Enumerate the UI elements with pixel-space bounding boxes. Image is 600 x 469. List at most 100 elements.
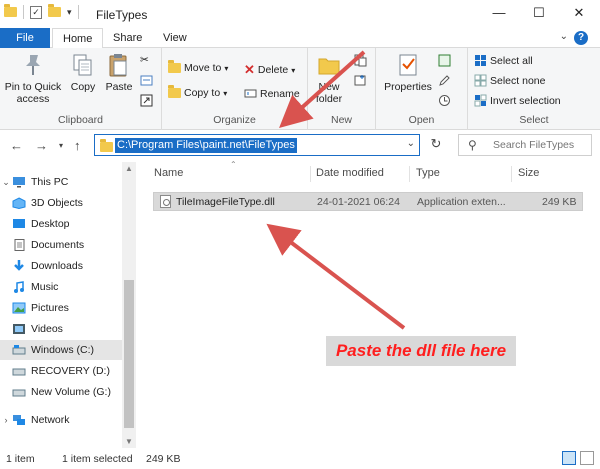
copy-to-icon xyxy=(168,85,181,98)
address-bar[interactable]: C:\Program Files\paint.net\FileTypes ⌄ xyxy=(94,134,420,156)
nav-item-network[interactable]: › Network xyxy=(0,410,122,430)
select-group: Select all Select none Invert selection … xyxy=(468,48,600,130)
select-none-button[interactable]: Select none xyxy=(474,74,545,87)
column-divider[interactable] xyxy=(409,166,410,182)
history-icon[interactable] xyxy=(438,94,451,107)
nav-item-documents[interactable]: Documents xyxy=(0,235,122,255)
nav-scrollbar[interactable]: ▲ ▼ xyxy=(122,162,136,448)
chevron-down-icon[interactable]: ⌄ xyxy=(407,138,415,149)
pin-to-quick-access-button[interactable]: Pin to Quick access xyxy=(4,52,62,105)
nav-item-downloads[interactable]: Downloads xyxy=(0,256,122,276)
ribbon: Pin to Quick access Copy Paste ✂ Clipboa… xyxy=(0,48,600,130)
refresh-icon[interactable]: ↻ xyxy=(426,136,446,154)
pin-icon xyxy=(26,55,40,75)
scroll-down-icon[interactable]: ▼ xyxy=(122,437,136,446)
quick-access-toolbar: ✓ ▾ xyxy=(4,4,79,19)
new-group-label: New xyxy=(330,114,352,126)
copy-button[interactable]: Copy xyxy=(66,52,100,93)
select-all-button[interactable]: Select all xyxy=(474,54,533,67)
edit-icon[interactable] xyxy=(438,74,451,87)
column-divider[interactable] xyxy=(310,166,311,182)
nav-label: Desktop xyxy=(31,218,70,230)
column-header-name[interactable]: Name xyxy=(154,167,183,179)
tab-home[interactable]: Home xyxy=(52,28,104,49)
tab-file[interactable]: File xyxy=(0,28,50,48)
properties-button[interactable]: Properties xyxy=(382,52,434,93)
open-group: Properties Open xyxy=(376,48,468,130)
help-icon[interactable]: ? xyxy=(574,31,588,45)
downloads-icon xyxy=(14,260,24,271)
column-divider[interactable] xyxy=(511,166,512,182)
address-path[interactable]: C:\Program Files\paint.net\FileTypes xyxy=(115,138,297,153)
properties-check-icon[interactable]: ✓ xyxy=(30,5,42,19)
separator xyxy=(77,5,79,19)
nav-item-windows-c[interactable]: Windows (C:) xyxy=(0,340,122,360)
copy-to-button[interactable]: Copy to ▾ xyxy=(168,85,227,99)
new-item-icon[interactable] xyxy=(354,54,367,67)
cut-icon[interactable]: ✂ xyxy=(140,54,149,66)
chevron-down-icon[interactable]: ⌄ xyxy=(0,177,12,188)
nav-item-this-pc[interactable]: ⌄ This PC xyxy=(0,172,122,192)
chevron-right-icon[interactable]: › xyxy=(0,415,12,425)
customize-toolbar-icon[interactable]: ▾ xyxy=(67,7,72,18)
nav-item-recovery-d[interactable]: RECOVERY (D:) xyxy=(0,361,122,381)
invert-selection-button[interactable]: Invert selection xyxy=(474,94,561,107)
tab-share[interactable]: Share xyxy=(103,28,152,49)
invert-selection-icon xyxy=(474,94,487,107)
pictures-icon xyxy=(12,302,26,314)
tab-view[interactable]: View xyxy=(153,28,197,49)
details-view-icon[interactable] xyxy=(562,451,576,465)
nav-item-videos[interactable]: Videos xyxy=(0,319,122,339)
scroll-up-icon[interactable]: ▲ xyxy=(122,164,136,173)
select-none-label: Select none xyxy=(490,74,546,87)
nav-item-pictures[interactable]: Pictures xyxy=(0,298,122,318)
rename-button[interactable]: Rename xyxy=(244,87,300,100)
computer-icon xyxy=(13,177,25,188)
pin-label: Pin to Quick access xyxy=(4,81,62,105)
copy-label: Copy xyxy=(70,81,96,93)
3d-objects-icon xyxy=(12,197,26,209)
folder-icon xyxy=(4,4,17,17)
nav-item-desktop[interactable]: Desktop xyxy=(0,214,122,234)
easy-access-icon[interactable] xyxy=(354,74,367,87)
nav-label: 3D Objects xyxy=(31,197,83,209)
column-header-date[interactable]: Date modified xyxy=(316,167,384,179)
search-box[interactable]: ⚲ xyxy=(458,134,592,156)
minimize-button[interactable]: — xyxy=(484,2,514,24)
maximize-button[interactable]: ☐ xyxy=(524,2,554,24)
delete-icon: ✕ xyxy=(244,62,255,77)
new-folder-icon xyxy=(318,58,340,75)
forward-icon[interactable]: → xyxy=(35,138,48,153)
nav-label: Downloads xyxy=(31,260,83,272)
paste-button[interactable]: Paste xyxy=(102,52,136,93)
column-header-size[interactable]: Size xyxy=(518,167,539,179)
invert-selection-label: Invert selection xyxy=(490,94,561,107)
select-all-icon xyxy=(475,55,486,66)
copy-path-icon[interactable] xyxy=(140,74,153,87)
select-group-label: Select xyxy=(519,114,549,126)
move-to-button[interactable]: Move to ▾ xyxy=(168,60,228,74)
column-header-type[interactable]: Type xyxy=(416,167,440,179)
ribbon-tabs: File Home Share View ⌄ ? xyxy=(0,28,600,49)
search-input[interactable] xyxy=(493,139,589,151)
scrollbar-thumb[interactable] xyxy=(124,280,134,428)
table-row[interactable]: TileImageFileType.dll 24-01-2021 06:24 A… xyxy=(153,192,583,211)
close-button[interactable]: ✕ xyxy=(564,2,594,24)
selected-size: 249 KB xyxy=(146,453,181,465)
new-folder-icon[interactable] xyxy=(48,4,61,17)
nav-item-new-volume-g[interactable]: New Volume (G:) xyxy=(0,382,122,402)
nav-item-music[interactable]: Music xyxy=(0,277,122,297)
open-icon[interactable] xyxy=(438,54,451,67)
delete-button[interactable]: ✕ Delete ▾ xyxy=(244,62,295,78)
recent-locations-icon[interactable]: ▾ xyxy=(59,141,63,150)
paste-shortcut-icon[interactable] xyxy=(140,94,153,107)
collapse-ribbon-icon[interactable]: ⌄ xyxy=(560,31,568,42)
new-folder-button[interactable]: New folder xyxy=(310,52,348,105)
window-title: FileTypes xyxy=(96,8,148,22)
copy-to-label: Copy to xyxy=(184,87,221,99)
back-icon[interactable]: ← xyxy=(10,138,23,153)
large-icons-view-icon[interactable] xyxy=(580,451,594,465)
nav-item-3d-objects[interactable]: 3D Objects xyxy=(0,193,122,213)
organize-group-label: Organize xyxy=(213,114,256,126)
up-icon[interactable]: ↑ xyxy=(74,138,81,153)
